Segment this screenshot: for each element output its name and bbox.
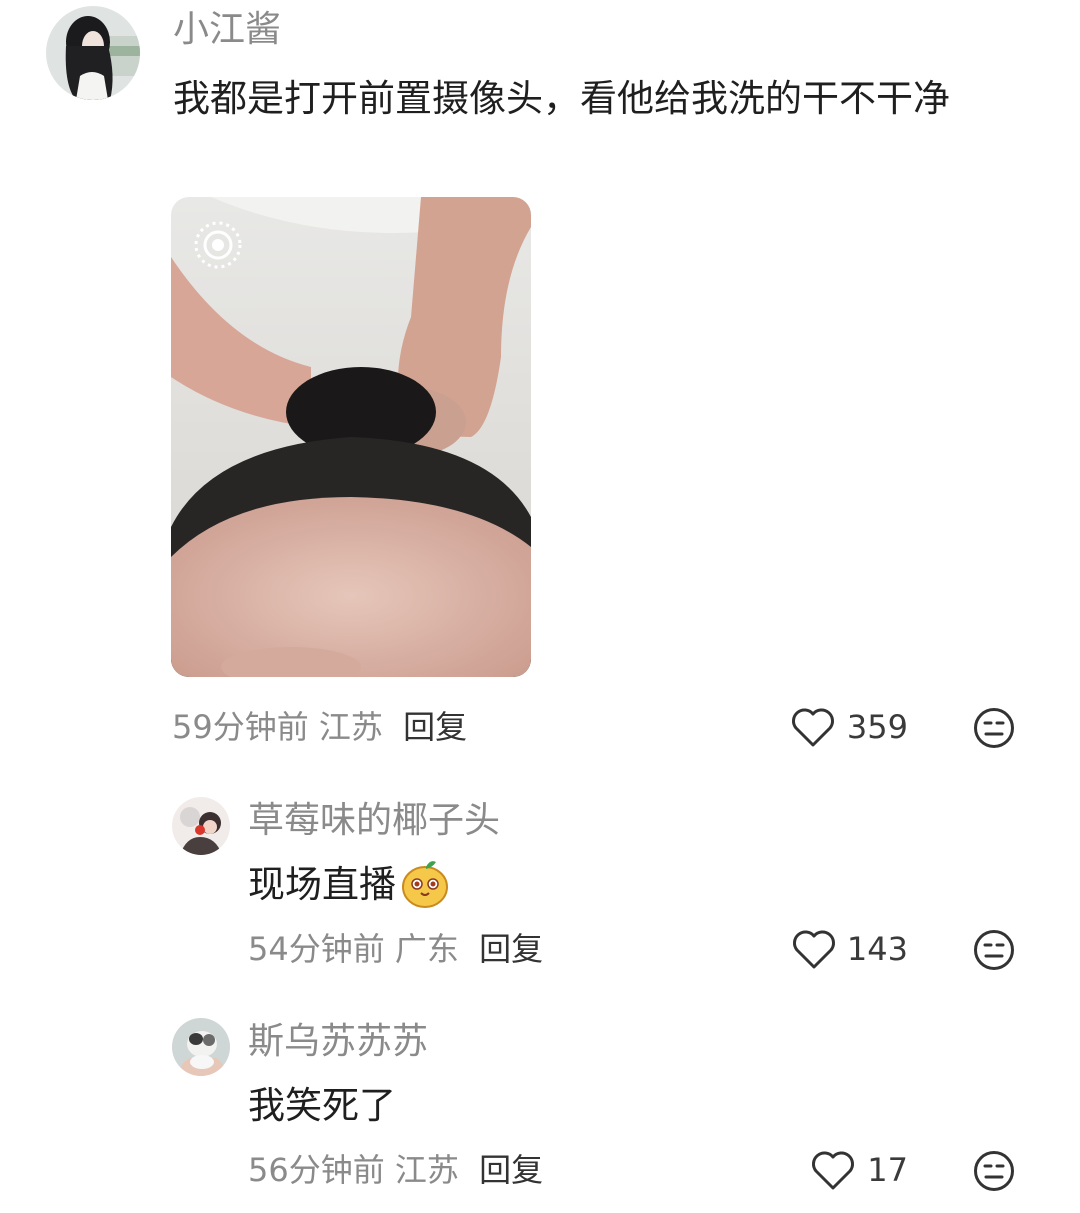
avatar[interactable] (172, 797, 230, 855)
comment-text-body: 现场直播 (248, 863, 396, 906)
comment-text: 我笑死了 (248, 1084, 396, 1127)
heart-outline-icon[interactable] (792, 928, 836, 970)
avatar[interactable] (172, 1018, 230, 1076)
reply-button[interactable]: 回复 (479, 930, 543, 968)
comment-time: 56分钟前 (248, 1151, 385, 1189)
like-count: 17 (867, 1151, 908, 1189)
comment-meta: 56分钟前 江苏 回复 (248, 1150, 543, 1190)
heart-outline-icon[interactable] (791, 706, 835, 748)
mango-sticker-emoji (400, 857, 450, 909)
neutral-face-icon[interactable] (973, 1150, 1015, 1192)
neutral-face-icon[interactable] (973, 929, 1015, 971)
comment-meta: 59分钟前 江苏 回复 (172, 707, 467, 747)
like-count: 359 (846, 708, 908, 746)
avatar[interactable] (46, 6, 140, 100)
comment-username[interactable]: 小江酱 (173, 8, 281, 52)
comment-location: 江苏 (394, 1151, 459, 1189)
comment-meta: 54分钟前 广东 回复 (248, 929, 543, 969)
comment-time: 54分钟前 (248, 930, 385, 968)
reply-button[interactable]: 回复 (479, 1151, 543, 1189)
comment-text: 我都是打开前置摄像头，看他给我洗的干不干净 (173, 77, 950, 120)
comment-location: 江苏 (318, 708, 383, 746)
comment-text: 现场直播 (248, 856, 450, 914)
comment-username[interactable]: 斯乌苏苏苏 (248, 1020, 428, 1064)
comment-photo[interactable] (171, 197, 531, 677)
heart-outline-icon[interactable] (811, 1149, 855, 1191)
reply-button[interactable]: 回复 (403, 708, 467, 746)
comment-username[interactable]: 草莓味的椰子头 (248, 799, 500, 843)
like-count: 143 (846, 930, 908, 968)
comment-location: 广东 (394, 930, 459, 968)
neutral-face-icon[interactable] (973, 707, 1015, 749)
comment-time: 59分钟前 (172, 708, 309, 746)
